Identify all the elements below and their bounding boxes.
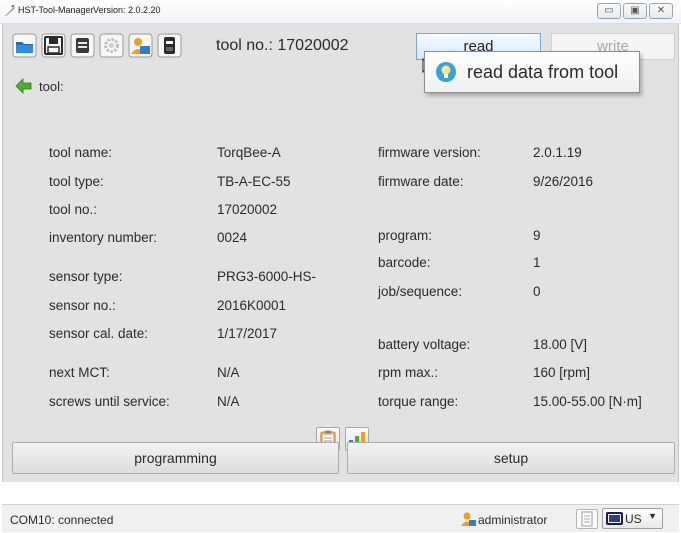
sensor-no-value: 2016K0001 — [217, 298, 287, 313]
firmware-version-label: firmware version: — [378, 145, 481, 160]
rpm-max-value: 160 [rpm] — [533, 365, 591, 380]
title-bar: HST-Tool-Manager Version: 2.0.2.20 ▭ ▣ ✕ — [0, 0, 681, 24]
current-user: administrator — [478, 513, 548, 527]
next-mct-value: N/A — [217, 365, 240, 380]
firmware-date-value: 9/26/2016 — [533, 174, 594, 189]
tool-name-label: tool name: — [49, 145, 113, 160]
job-sequence-value: 0 — [533, 284, 541, 299]
tooltip-text: read data from tool — [467, 62, 619, 82]
sensor-cal-date-value: 1/17/2017 — [217, 326, 278, 341]
tool-number-display: tool no.: 17020002 — [216, 37, 349, 54]
programming-button[interactable]: programming — [12, 442, 339, 474]
next-mct-label: next MCT: — [49, 365, 110, 380]
program-value: 9 — [533, 228, 541, 243]
user-icon — [461, 512, 476, 526]
printer-icon[interactable] — [70, 33, 95, 58]
sensor-type-value: PRG3-6000-HS- — [217, 269, 317, 284]
settings-gear-icon[interactable] — [99, 33, 124, 58]
info-bulb-icon — [436, 62, 456, 82]
torque-range-label: torque range: — [378, 394, 459, 409]
app-icon — [5, 5, 15, 16]
folder-open-icon[interactable] — [12, 33, 37, 58]
close-button[interactable]: ✕ — [649, 3, 673, 19]
inventory-number-label: inventory number: — [49, 230, 158, 245]
inventory-number-value: 0024 — [217, 230, 248, 245]
torque-range-value: 15.00-55.00 [N·m] — [533, 394, 642, 409]
maximize-button[interactable]: ▣ — [623, 3, 647, 19]
us-flag-icon — [606, 512, 623, 525]
tool-name-value: TorqBee-A — [217, 145, 281, 160]
barcode-label: barcode: — [378, 255, 431, 270]
sensor-cal-date-label: sensor cal. date: — [49, 326, 149, 341]
save-icon[interactable] — [41, 33, 66, 58]
firmware-version-value: 2.0.1.19 — [533, 145, 582, 160]
program-label: program: — [378, 228, 433, 243]
document-icon — [581, 511, 593, 527]
sensor-type-label: sensor type: — [49, 269, 123, 284]
window-controls: ▭ ▣ ✕ — [597, 3, 673, 19]
job-sequence-label: job/sequence: — [378, 284, 463, 299]
connection-status: COM10: connected — [10, 513, 114, 527]
log-button[interactable] — [576, 509, 598, 529]
tool-no-value: 17020002 — [217, 202, 278, 217]
firmware-date-label: firmware date: — [378, 174, 464, 189]
back-arrow-icon[interactable] — [15, 78, 32, 94]
app-version: Version: 2.0.2.20 — [93, 5, 161, 15]
battery-voltage-label: battery voltage: — [378, 337, 471, 352]
language-code: US — [625, 512, 642, 526]
language-select[interactable]: US ▼ — [602, 508, 663, 529]
minimize-button[interactable]: ▭ — [597, 3, 621, 19]
chevron-down-icon: ▼ — [648, 511, 657, 521]
user-icon[interactable] — [128, 33, 153, 58]
barcode-value: 1 — [533, 255, 541, 270]
tool-type-label: tool type: — [49, 174, 104, 189]
read-tooltip: read data from tool — [424, 51, 640, 93]
tool-label: tool: — [39, 79, 64, 94]
device-icon[interactable] — [157, 33, 182, 58]
status-bar: COM10: connected administrator US ▼ — [2, 504, 679, 532]
tool-type-value: TB-A-EC-55 — [217, 174, 291, 189]
sensor-no-label: sensor no.: — [49, 298, 116, 313]
app-title: HST-Tool-Manager — [18, 5, 94, 15]
tool-no-label: tool no.: — [49, 202, 98, 217]
screws-until-service-value: N/A — [217, 394, 240, 409]
rpm-max-label: rpm max.: — [378, 365, 439, 380]
setup-button[interactable]: setup — [347, 442, 675, 474]
screws-until-service-label: screws until service: — [49, 394, 170, 409]
battery-voltage-value: 18.00 [V] — [533, 337, 588, 352]
